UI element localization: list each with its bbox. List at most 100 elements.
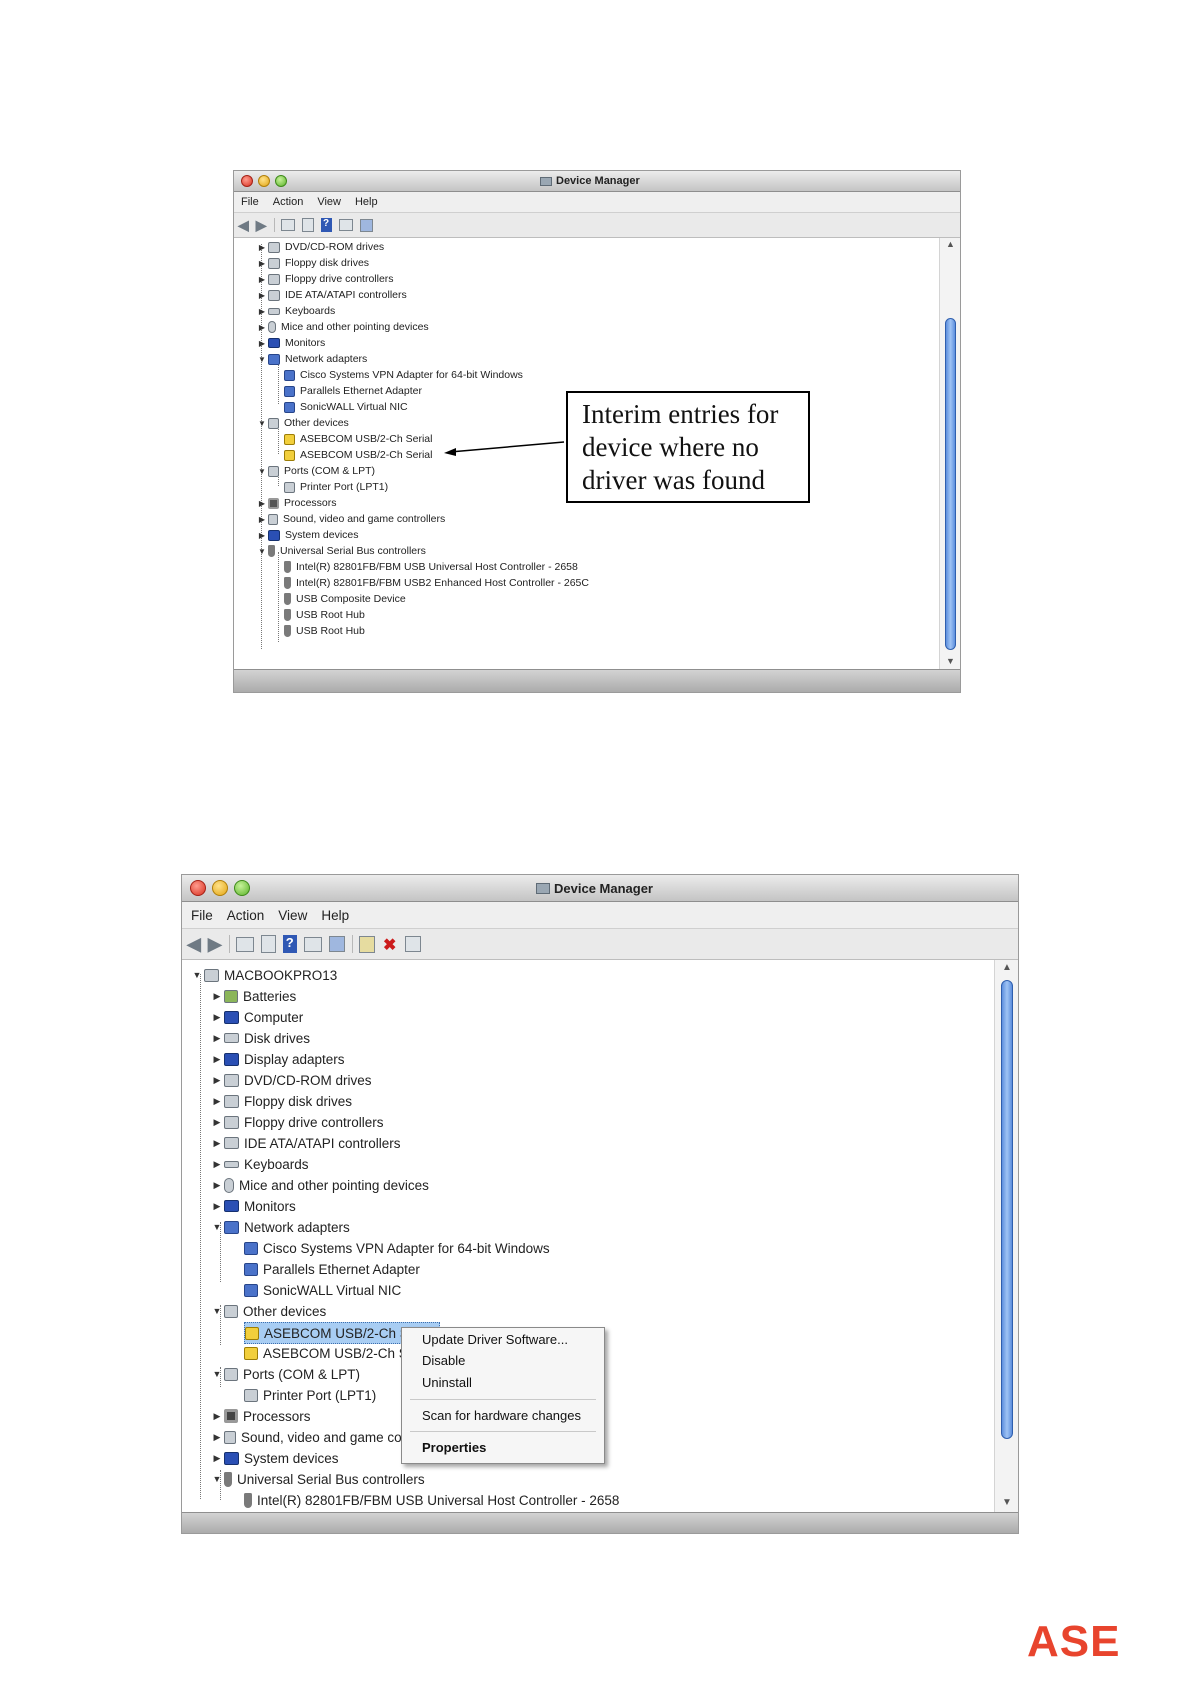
tree-item-usb-root-hub-2[interactable]: USB Root Hub	[284, 623, 365, 639]
menu-item-uninstall[interactable]: Uninstall	[402, 1375, 604, 1390]
expand-arrow-icon[interactable]: ▶	[210, 1033, 224, 1044]
tree-item-ports[interactable]: ▼ Ports (COM & LPT)	[256, 463, 375, 479]
tree-item-cisco-vpn[interactable]: Cisco Systems VPN Adapter for 64-bit Win…	[284, 367, 523, 383]
tree-item-ide-controllers[interactable]: ▶ IDE ATA/ATAPI controllers	[256, 287, 407, 303]
menu-action[interactable]: Action	[227, 908, 265, 923]
collapse-arrow-icon[interactable]: ▼	[190, 970, 204, 980]
title-bar[interactable]: Device Manager	[234, 171, 960, 192]
tree-item-other-devices[interactable]: ▼ Other devices	[256, 415, 349, 431]
tree-item-sound[interactable]: ▶ Sound, video and game controllers	[256, 511, 445, 527]
expand-arrow-icon[interactable]: ▶	[256, 515, 268, 524]
tree-item-other-devices[interactable]: ▼ Other devices	[210, 1301, 327, 1321]
menu-item-disable[interactable]: Disable	[402, 1353, 604, 1368]
expand-arrow-icon[interactable]: ▶	[210, 1096, 224, 1107]
tree-item-keyboards[interactable]: ▶ Keyboards	[256, 303, 335, 319]
menu-item-update-driver[interactable]: Update Driver Software...	[402, 1332, 604, 1347]
tree-item-usb-controllers[interactable]: ▼ Universal Serial Bus controllers	[210, 1469, 425, 1489]
menu-item-properties[interactable]: Properties	[402, 1440, 604, 1455]
tree-item-parallels-ethernet[interactable]: Parallels Ethernet Adapter	[284, 383, 422, 399]
tree-item-asebcom-serial-2[interactable]: ASEBCOM USB/2-Ch Serial	[284, 447, 432, 463]
tree-item-batteries[interactable]: ▶ Batteries	[210, 986, 297, 1006]
tree-item-sonicwall-nic[interactable]: SonicWALL Virtual NIC	[284, 399, 408, 415]
menu-help[interactable]: Help	[321, 908, 349, 923]
menu-view[interactable]: View	[278, 908, 307, 923]
expand-arrow-icon[interactable]: ▶	[210, 1453, 224, 1464]
expand-arrow-icon[interactable]: ▶	[210, 991, 224, 1002]
menu-file[interactable]: File	[191, 908, 213, 923]
collapse-arrow-icon[interactable]: ▼	[256, 547, 268, 556]
tree-item-keyboards[interactable]: ▶ Keyboards	[210, 1154, 309, 1174]
minimize-button[interactable]	[258, 175, 270, 187]
disable-device-icon[interactable]: ✖	[382, 935, 398, 954]
zoom-button[interactable]	[275, 175, 287, 187]
tree-item-monitors[interactable]: ▶ Monitors	[210, 1196, 296, 1216]
collapse-arrow-icon[interactable]: ▼	[256, 419, 268, 428]
tree-item-network-adapters[interactable]: ▼ Network adapters	[210, 1217, 350, 1237]
tree-item-parallels-ethernet[interactable]: Parallels Ethernet Adapter	[244, 1259, 420, 1279]
tree-item-usb-composite[interactable]: USB Composite Device	[284, 591, 406, 607]
expand-arrow-icon[interactable]: ▶	[256, 275, 268, 284]
tree-item-printer-port[interactable]: Printer Port (LPT1)	[244, 1385, 376, 1405]
scroll-down-arrow-icon[interactable]: ▼	[940, 656, 960, 666]
collapse-arrow-icon[interactable]: ▼	[210, 1369, 224, 1379]
tree-item-printer-port[interactable]: Printer Port (LPT1)	[284, 479, 388, 495]
tree-item-usb-host-2658[interactable]: Intel(R) 82801FB/FBM USB Universal Host …	[284, 559, 578, 575]
update-driver-icon[interactable]	[358, 935, 375, 953]
vertical-scrollbar[interactable]: ▲ ▼	[994, 960, 1018, 1513]
show-hide-console-tree-icon[interactable]	[280, 219, 295, 231]
tree-item-sound[interactable]: ▶ Sound, video and game co	[210, 1427, 402, 1447]
collapse-arrow-icon[interactable]: ▼	[210, 1474, 224, 1484]
expand-arrow-icon[interactable]: ▶	[210, 1054, 224, 1065]
scroll-up-arrow-icon[interactable]: ▲	[995, 962, 1018, 973]
properties-icon[interactable]	[260, 935, 276, 953]
tree-item-processors[interactable]: ▶ Processors	[256, 495, 337, 511]
collapse-arrow-icon[interactable]: ▼	[256, 355, 268, 364]
properties-icon[interactable]	[301, 218, 314, 232]
tree-item-ide-controllers[interactable]: ▶ IDE ATA/ATAPI controllers	[210, 1133, 401, 1153]
tree-item-dvd-drives[interactable]: ▶ DVD/CD-ROM drives	[210, 1070, 372, 1090]
scroll-up-arrow-icon[interactable]: ▲	[940, 239, 960, 249]
tree-item-ports[interactable]: ▼ Ports (COM & LPT)	[210, 1364, 360, 1384]
close-button[interactable]	[241, 175, 253, 187]
expand-arrow-icon[interactable]: ▶	[210, 1201, 224, 1212]
forward-arrow-icon[interactable]: ▶	[256, 217, 267, 234]
tree-item-system-devices[interactable]: ▶ System devices	[256, 527, 359, 543]
view-icon[interactable]	[338, 219, 353, 231]
uninstall-device-icon[interactable]	[404, 936, 421, 952]
menu-help[interactable]: Help	[355, 196, 378, 208]
collapse-arrow-icon[interactable]: ▼	[210, 1222, 224, 1232]
expand-arrow-icon[interactable]: ▶	[210, 1411, 224, 1422]
tree-item-floppy-controllers[interactable]: ▶ Floppy drive controllers	[256, 271, 394, 287]
tree-item-floppy-disk-drives[interactable]: ▶ Floppy disk drives	[210, 1091, 353, 1111]
expand-arrow-icon[interactable]: ▶	[210, 1159, 224, 1170]
expand-arrow-icon[interactable]: ▶	[256, 323, 268, 332]
scroll-thumb[interactable]	[1001, 980, 1013, 1439]
close-button[interactable]	[190, 880, 206, 896]
expand-arrow-icon[interactable]: ▶	[256, 531, 268, 540]
expand-arrow-icon[interactable]: ▶	[210, 1138, 224, 1149]
expand-arrow-icon[interactable]: ▶	[256, 499, 268, 508]
tree-item-asebcom-serial-2[interactable]: ASEBCOM USB/2-Ch S	[244, 1343, 408, 1363]
menu-item-scan-hardware[interactable]: Scan for hardware changes	[402, 1408, 604, 1423]
tree-item-asebcom-serial-1[interactable]: ASEBCOM USB/2-Ch Serial	[284, 431, 432, 447]
tree-item-computer[interactable]: ▶ Computer	[210, 1007, 304, 1027]
tree-item-usb-root-hub-1[interactable]: USB Root Hub	[284, 607, 365, 623]
expand-arrow-icon[interactable]: ▶	[256, 243, 268, 252]
expand-arrow-icon[interactable]: ▶	[210, 1012, 224, 1023]
tree-item-mice[interactable]: ▶ Mice and other pointing devices	[256, 319, 429, 335]
show-hide-console-tree-icon[interactable]	[235, 936, 254, 952]
expand-arrow-icon[interactable]: ▶	[210, 1117, 224, 1128]
tree-item-network-adapters[interactable]: ▼ Network adapters	[256, 351, 367, 367]
expand-arrow-icon[interactable]: ▶	[210, 1180, 224, 1191]
collapse-arrow-icon[interactable]: ▼	[210, 1306, 224, 1316]
vertical-scrollbar[interactable]: ▲ ▼	[939, 238, 960, 670]
tree-item-floppy-disk-drives[interactable]: ▶ Floppy disk drives	[256, 255, 369, 271]
tree-root-macbookpro13[interactable]: ▼ MACBOOKPRO13	[190, 965, 338, 985]
expand-arrow-icon[interactable]: ▶	[256, 291, 268, 300]
forward-arrow-icon[interactable]: ▶	[208, 934, 222, 955]
tree-item-dvd-drives[interactable]: ▶ DVD/CD-ROM drives	[256, 239, 384, 255]
zoom-button[interactable]	[234, 880, 250, 896]
view-icon[interactable]	[303, 936, 322, 952]
expand-arrow-icon[interactable]: ▶	[210, 1432, 224, 1443]
tree-item-usb-controllers[interactable]: ▼ Universal Serial Bus controllers	[256, 543, 426, 559]
